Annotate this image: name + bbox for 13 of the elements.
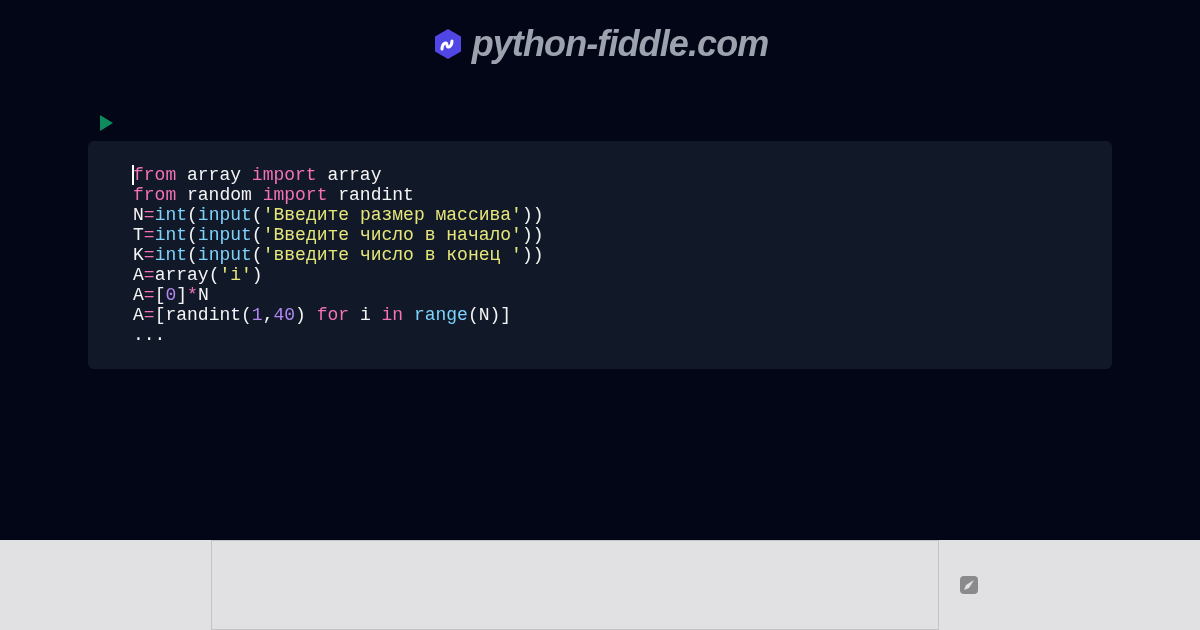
code-line: from random import randint bbox=[133, 185, 414, 205]
code-line: T=int(input('Введите число в начало')) bbox=[133, 225, 544, 245]
code-line: A=[randint(1,40) for i in range(N)] bbox=[133, 305, 512, 325]
code-line: K=int(input('введите число в конец ')) bbox=[133, 245, 544, 265]
code-line: ... bbox=[133, 325, 166, 345]
code-line: A=[0]*N bbox=[133, 285, 209, 305]
code-editor[interactable] bbox=[88, 141, 1112, 369]
code-line: N=int(input('Введите размер массива')) bbox=[133, 205, 544, 225]
code-line: from array import array bbox=[133, 165, 382, 185]
text-cursor bbox=[132, 165, 134, 185]
run-icon[interactable] bbox=[100, 115, 113, 131]
site-name[interactable]: python-fiddle.com bbox=[471, 17, 769, 71]
code-line: A=array('i') bbox=[133, 265, 263, 285]
